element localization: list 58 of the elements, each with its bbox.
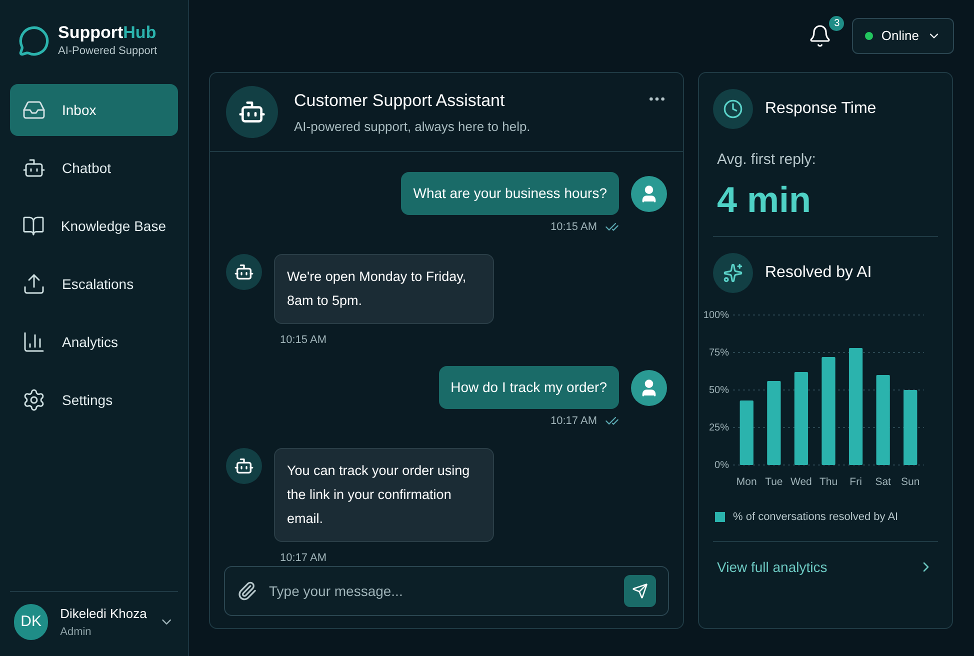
card-title: Resolved by AI: [765, 262, 872, 282]
bar-chart-icon: [22, 330, 46, 354]
stat-label: Avg. first reply:: [716, 150, 817, 170]
paperclip-icon[interactable]: [237, 581, 257, 601]
nav-item[interactable]: Knowledge Base: [10, 200, 178, 252]
logo-icon: [18, 25, 50, 57]
stat-value: 4 min: [716, 178, 812, 222]
clock-icon: [723, 99, 743, 119]
send-icon: [632, 583, 648, 599]
nav-item[interactable]: Inbox: [10, 84, 178, 136]
book-icon: [22, 214, 45, 238]
axis-label: 0%: [714, 460, 729, 470]
axis-label: Wed: [790, 476, 812, 488]
nav-item[interactable]: Escalations: [10, 258, 178, 310]
axis-label: Tue: [765, 476, 783, 488]
user-name: Dikeledi Khoza: [60, 605, 147, 623]
axis-label: 75%: [708, 347, 729, 358]
message-bubble: How do I track my order?: [438, 366, 619, 409]
robot-icon: [234, 262, 254, 282]
message-time: 10:15 AM: [550, 220, 597, 235]
status-dropdown[interactable]: Online: [852, 18, 954, 54]
send-button[interactable]: [624, 575, 656, 607]
nav-item[interactable]: Analytics: [10, 316, 178, 368]
message-input[interactable]: Type your message...: [269, 580, 612, 602]
axis-label: Fri: [850, 476, 862, 488]
analytics-link[interactable]: View full analytics: [713, 542, 938, 592]
message-time: 10:17 AM: [280, 550, 326, 566]
user-role: Admin: [60, 624, 92, 640]
notification-bell-icon[interactable]: [808, 24, 832, 48]
sparkle-icon: [723, 262, 743, 282]
axis-label: 50%: [708, 384, 729, 396]
robot-icon: [234, 456, 254, 476]
axis-label: 100%: [703, 310, 729, 320]
settings-icon: [22, 388, 46, 412]
message-time: 10:17 AM: [550, 414, 597, 429]
brand-name: SupportHub: [58, 22, 158, 43]
message-bubble: We're open Monday to Friday, 8am to 5pm.: [274, 254, 494, 324]
axis-label: 25%: [708, 422, 729, 433]
chat-title: Customer Support Assistant: [294, 90, 506, 112]
axis-label: Thu: [819, 476, 838, 488]
message-bubble: You can track your order using the link in your confirmation email.: [274, 448, 494, 542]
legend-label: % of conversations resolved by AI: [733, 510, 898, 524]
axis-label: Sat: [875, 476, 891, 488]
notification-count: 3: [829, 16, 844, 31]
message-bubble: What are your business hours?: [401, 172, 619, 215]
chat-subtitle: AI-powered support, always here to help.: [294, 118, 532, 136]
axis-label: Sun: [901, 476, 920, 488]
bar: [740, 400, 754, 464]
message-time: 10:15 AM: [280, 332, 326, 348]
card-title: Response Time: [765, 99, 876, 119]
upload-icon: [22, 272, 46, 296]
user-avatar: DK: [14, 604, 48, 640]
message-field[interactable]: Type your message...: [224, 566, 669, 616]
axis-label: Mon: [736, 476, 757, 488]
legend-swatch: [715, 512, 725, 522]
nav-item[interactable]: Chatbot: [10, 142, 178, 194]
brand-tagline: AI-Powered Support: [58, 44, 158, 59]
nav-item[interactable]: Settings: [10, 374, 178, 426]
